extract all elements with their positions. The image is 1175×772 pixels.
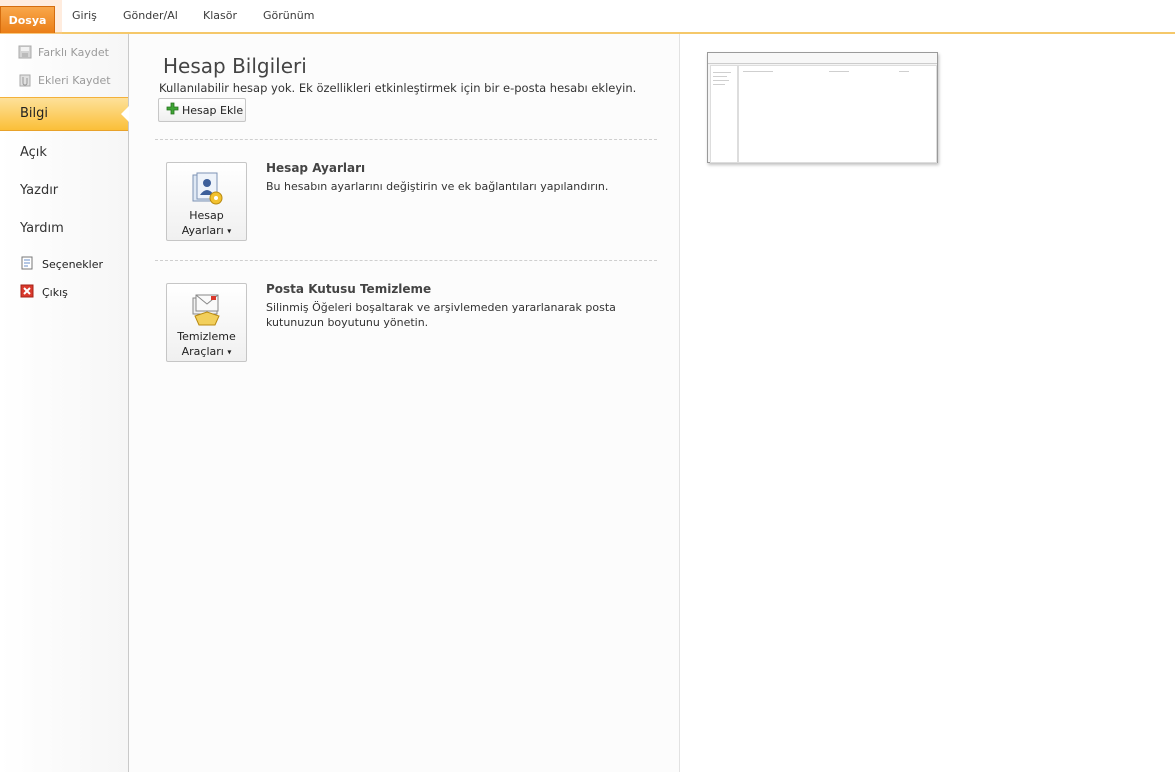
cleanup-tools-button[interactable]: Temizleme Araçları ▾ xyxy=(166,283,247,362)
page-subtitle: Kullanılabilir hesap yok. Ek özellikleri… xyxy=(159,81,637,95)
options-icon xyxy=(20,256,34,273)
preview-ribbon xyxy=(708,53,937,64)
add-account-label: Hesap Ekle xyxy=(182,103,244,117)
tab-home[interactable]: Giriş xyxy=(72,9,97,22)
nav-exit[interactable]: Çıkış xyxy=(20,284,68,301)
mailbox-cleanup-icon xyxy=(189,292,225,328)
mailbox-cleanup-desc: Silinmiş Öğeleri boşaltarak ve arşivleme… xyxy=(266,301,616,329)
cleanup-tools-label-1: Temizleme xyxy=(177,330,236,343)
nav-save-as[interactable]: Farklı Kaydet xyxy=(18,45,109,59)
account-settings-button[interactable]: Hesap Ayarları ▾ xyxy=(166,162,247,241)
mailbox-cleanup-title: Posta Kutusu Temizleme xyxy=(266,282,432,296)
nav-active-arrow xyxy=(121,106,129,122)
account-settings-icon xyxy=(189,171,225,207)
panel-divider xyxy=(679,34,680,772)
section-divider xyxy=(155,260,657,261)
tab-folder[interactable]: Klasör xyxy=(203,9,237,22)
nav-print[interactable]: Yazdır xyxy=(20,183,58,198)
account-settings-desc: Bu hesabın ayarlarını değiştirin ve ek b… xyxy=(266,180,609,193)
section-divider xyxy=(155,139,657,140)
tab-view[interactable]: Görünüm xyxy=(263,9,314,22)
cleanup-tools-label-2: Araçları xyxy=(181,345,224,358)
nav-help[interactable]: Yardım xyxy=(20,221,64,236)
attachment-icon xyxy=(18,73,32,87)
account-settings-label-1: Hesap xyxy=(189,209,224,222)
plus-icon xyxy=(166,102,179,118)
save-as-icon xyxy=(18,45,32,59)
account-settings-label-2: Ayarları xyxy=(181,224,224,237)
page-title: Hesap Bilgileri xyxy=(163,54,307,78)
account-settings-title: Hesap Ayarları xyxy=(266,161,366,175)
exit-icon xyxy=(20,284,34,301)
tab-file[interactable]: Dosya xyxy=(0,6,55,33)
nav-exit-label: Çıkış xyxy=(42,286,68,299)
preview-main-pane xyxy=(738,65,937,163)
preview-nav-pane xyxy=(710,65,738,163)
backstage-nav: Farklı Kaydet Ekleri Kaydet Bilgi Açık Y… xyxy=(0,34,129,772)
nav-info[interactable]: Bilgi xyxy=(0,97,129,131)
dropdown-caret-icon: ▾ xyxy=(227,226,232,236)
account-info-panel: Hesap Bilgileri Kullanılabilir hesap yok… xyxy=(129,34,680,772)
tab-send-receive[interactable]: Gönder/Al xyxy=(123,9,178,22)
nav-save-as-label: Farklı Kaydet xyxy=(38,45,109,59)
nav-save-attachments[interactable]: Ekleri Kaydet xyxy=(18,73,111,87)
nav-info-label: Bilgi xyxy=(20,106,49,121)
nav-options-label: Seçenekler xyxy=(42,258,104,271)
dropdown-caret-icon: ▾ xyxy=(227,347,232,357)
account-settings-label-2-wrap: Ayarları ▾ xyxy=(167,223,246,239)
nav-open[interactable]: Açık xyxy=(20,145,47,160)
cleanup-tools-label-2-wrap: Araçları ▾ xyxy=(167,344,246,360)
ribbon-tab-bar: Dosya Giriş Gönder/Al Klasör Görünüm xyxy=(0,0,1175,40)
add-account-button[interactable]: Hesap Ekle xyxy=(158,98,246,122)
nav-save-attachments-label: Ekleri Kaydet xyxy=(38,73,111,87)
nav-options[interactable]: Seçenekler xyxy=(20,256,103,273)
window-preview-thumbnail xyxy=(707,52,938,163)
